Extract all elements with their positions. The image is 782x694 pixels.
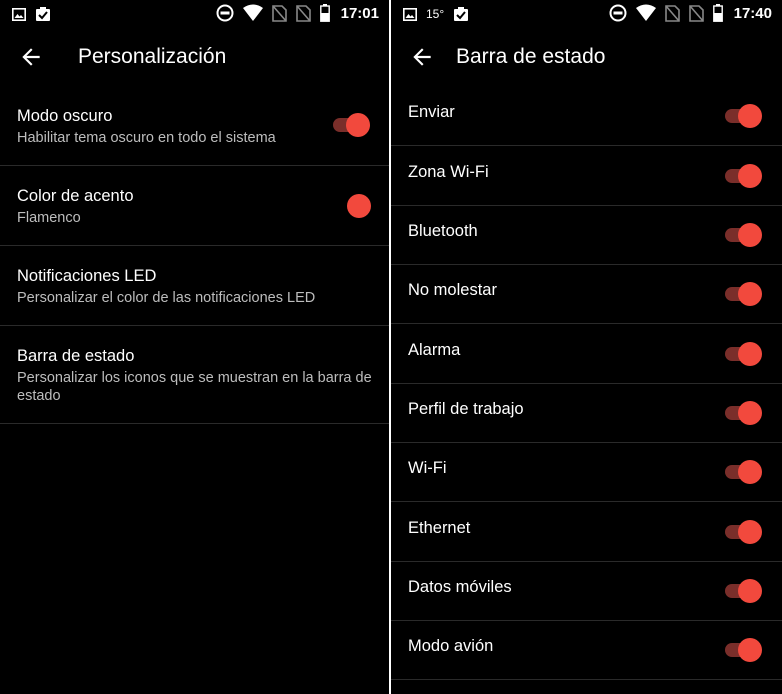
setting-subtitle: Flamenco [17, 210, 81, 226]
status-bar: 15° 17:40 [391, 0, 782, 28]
battery-icon [712, 4, 723, 22]
setting-subtitle: Habilitar tema oscuro en todo el sistema [17, 130, 276, 146]
toggle-row[interactable]: No molestar [391, 264, 782, 324]
toggle-switch[interactable] [725, 401, 763, 425]
toggle-row[interactable]: Datos móviles [391, 561, 782, 621]
back-arrow-icon[interactable] [409, 44, 435, 70]
toggle-switch[interactable] [725, 342, 763, 366]
temperature: 15° [426, 7, 445, 21]
toggle-switch[interactable] [725, 460, 763, 484]
setting-accent-color[interactable]: Color de acento Flamenco [0, 166, 389, 246]
toggle-row[interactable]: Wi-Fi [391, 442, 782, 502]
setting-dark-mode[interactable]: Modo oscuro Habilitar tema oscuro en tod… [0, 86, 389, 166]
toggle-row[interactable]: Enviar [391, 86, 782, 146]
toggle-switch[interactable] [725, 282, 763, 306]
toggle-row[interactable]: Perfil de trabajo [391, 383, 782, 443]
toggle-switch[interactable] [725, 638, 763, 662]
page-title: Personalización [78, 45, 227, 68]
clipboard-check-icon [35, 6, 51, 22]
status-bar-settings-screen: 15° 17:40 Barra de estado Enviar Zona Wi… [391, 0, 782, 694]
status-time: 17:40 [733, 4, 772, 22]
toggle-label: Bluetooth [408, 222, 478, 240]
toggle-label: Modo avión [408, 637, 494, 655]
setting-title: Color de acento [17, 187, 134, 205]
no-sim-icon [271, 4, 287, 22]
toggle-label: Zona Wi-Fi [408, 163, 489, 181]
toggle-row[interactable]: Bluetooth [391, 205, 782, 265]
back-arrow-icon[interactable] [18, 44, 44, 70]
toggle-row[interactable]: Alarma [391, 324, 782, 384]
accent-color-swatch[interactable] [347, 194, 371, 218]
setting-title: Notificaciones LED [17, 267, 157, 285]
wifi-icon [635, 4, 656, 22]
image-icon [12, 7, 26, 21]
dnd-icon [609, 4, 627, 22]
toggle-switch[interactable] [725, 520, 763, 544]
setting-led-notifications[interactable]: Notificaciones LED Personalizar el color… [0, 246, 389, 326]
toggle-label: No molestar [408, 281, 497, 299]
toggle-label: Perfil de trabajo [408, 400, 524, 418]
setting-title: Modo oscuro [17, 107, 113, 125]
no-sim-icon [688, 4, 704, 22]
toggle-row[interactable]: Zona Wi-Fi [391, 146, 782, 206]
no-sim-icon [295, 4, 311, 22]
toggle-switch[interactable] [725, 579, 763, 603]
battery-icon [319, 4, 330, 22]
setting-status-bar[interactable]: Barra de estado Personalizar los iconos … [0, 326, 389, 424]
app-bar: Personalización [0, 30, 389, 84]
page-title: Barra de estado [456, 45, 606, 68]
app-bar: Barra de estado [391, 30, 782, 84]
setting-subtitle: Personalizar el color de las notificacio… [17, 290, 316, 306]
image-icon [403, 7, 417, 21]
status-bar: 17:01 [0, 0, 389, 28]
toggle-switch[interactable] [725, 223, 763, 247]
toggle-switch[interactable] [725, 164, 763, 188]
dnd-icon [216, 4, 234, 22]
toggle-label: Datos móviles [408, 578, 512, 596]
wifi-icon [242, 4, 263, 22]
toggle-label: Alarma [408, 341, 461, 359]
clipboard-check-icon [453, 6, 469, 22]
toggle-row[interactable]: Ethernet [391, 502, 782, 562]
personalization-screen: 17:01 Personalización Modo oscuro Habili… [0, 0, 389, 694]
toggle-label: Wi-Fi [408, 459, 447, 477]
dark-mode-switch[interactable] [333, 113, 371, 137]
status-time: 17:01 [340, 4, 379, 22]
toggle-label: Enviar [408, 103, 455, 121]
no-sim-icon [664, 4, 680, 22]
setting-subtitle: Personalizar los iconos que se muestran … [17, 370, 372, 404]
toggle-label: Ethernet [408, 519, 471, 537]
toggle-row[interactable]: Modo avión [391, 620, 782, 680]
setting-title: Barra de estado [17, 347, 135, 365]
toggle-switch[interactable] [725, 104, 763, 128]
